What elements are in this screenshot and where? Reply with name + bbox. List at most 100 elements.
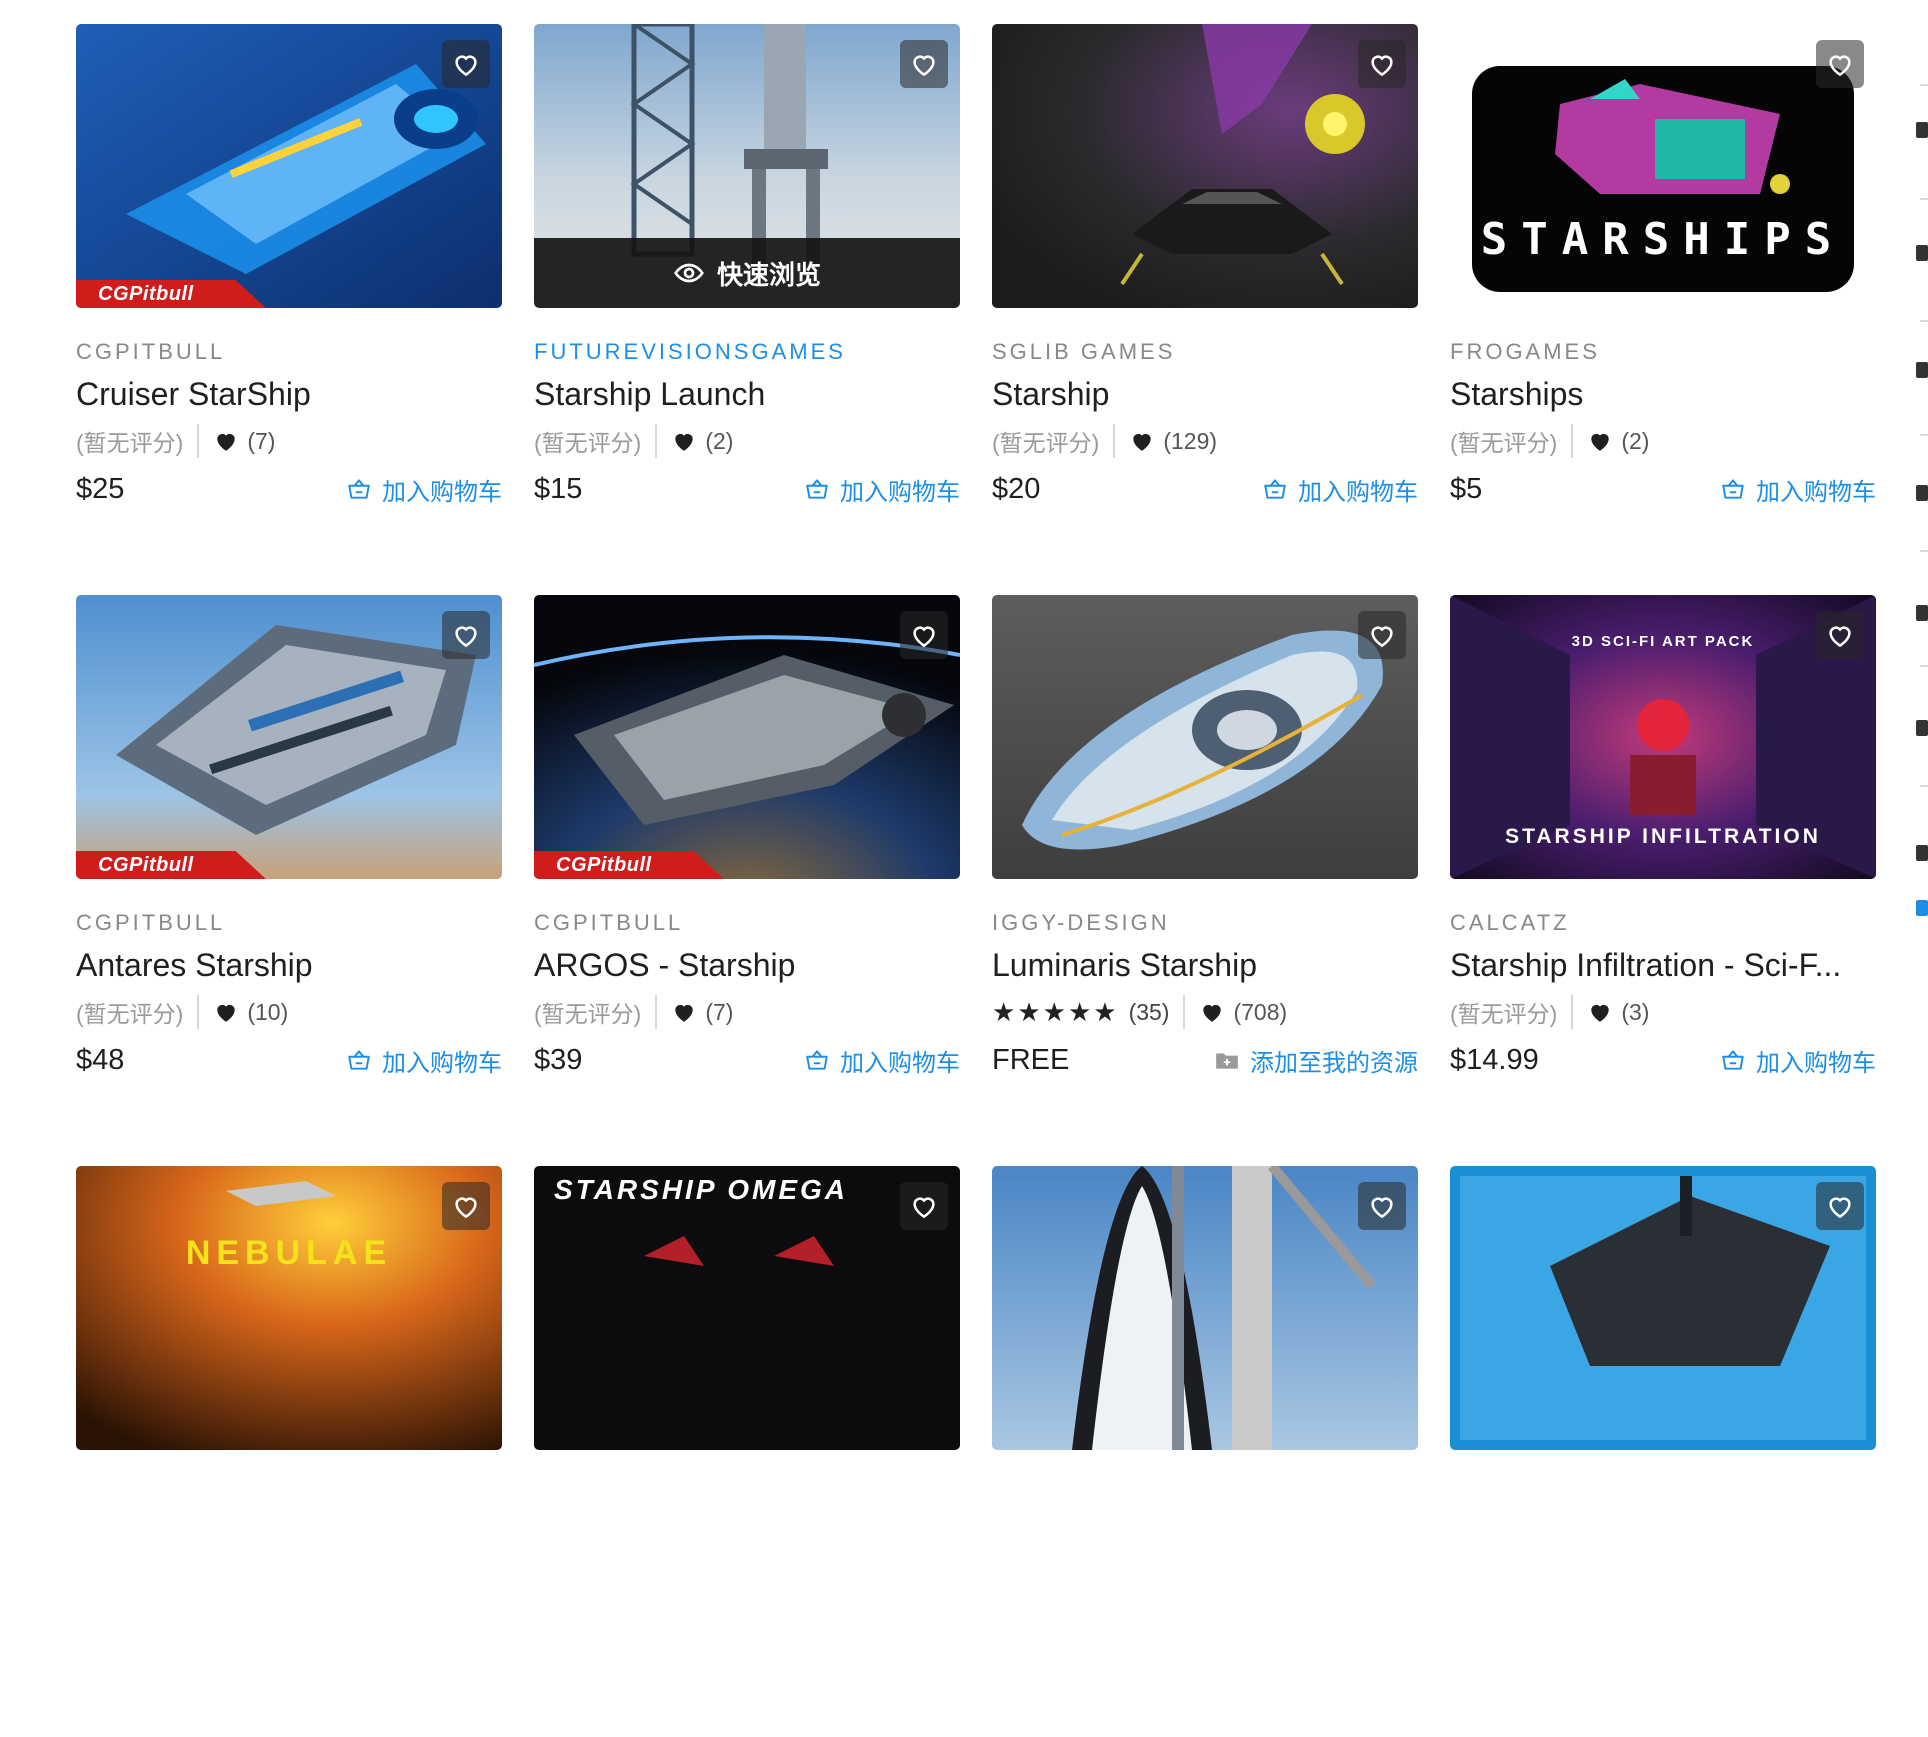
product-thumbnail[interactable]: 3D SCI-FI ART PACK STARSHIP INFILTRATION bbox=[1450, 595, 1876, 879]
publisher-name[interactable]: IGGY-DESIGN bbox=[992, 909, 1418, 937]
favorite-button[interactable] bbox=[1816, 611, 1864, 659]
product-thumbnail[interactable] bbox=[992, 1166, 1418, 1450]
rating-text: (暂无评分) bbox=[534, 430, 642, 456]
quick-view-button[interactable]: 快速浏览 bbox=[534, 238, 960, 308]
thumbnail-image bbox=[76, 24, 502, 308]
product-thumbnail[interactable]: NEBULAE bbox=[76, 1166, 502, 1450]
rating-text: (暂无评分) bbox=[534, 1001, 642, 1027]
product-meta: (暂无评分) (3) bbox=[1450, 993, 1876, 1031]
divider bbox=[655, 995, 658, 1029]
favorite-button[interactable] bbox=[900, 40, 948, 88]
add-to-cart-button[interactable]: 加入购物车 bbox=[1720, 472, 1876, 507]
price-row: $15 加入购物车 bbox=[534, 468, 960, 510]
favorite-button[interactable] bbox=[900, 611, 948, 659]
publisher-name[interactable]: FUTUREVISIONSGAMES bbox=[534, 338, 960, 366]
product-title[interactable]: Starship Launch bbox=[534, 374, 960, 414]
product-thumbnail[interactable]: STARSHIP OMEGA bbox=[534, 1166, 960, 1450]
product-thumbnail[interactable]: 快速浏览 bbox=[534, 24, 960, 308]
publisher-name[interactable]: CGPITBULL bbox=[76, 909, 502, 937]
product-card[interactable]: NEBULAE bbox=[76, 1166, 502, 1737]
price-row: FREE 添加至我的资源 bbox=[992, 1039, 1418, 1081]
heart-icon bbox=[1133, 433, 1151, 451]
product-thumbnail[interactable]: STARSHIPS bbox=[1450, 24, 1876, 308]
product-thumbnail[interactable]: CGPitbull bbox=[76, 595, 502, 879]
thumbnail-image bbox=[992, 1166, 1418, 1450]
add-to-cart-button[interactable]: 加入购物车 bbox=[346, 1043, 502, 1078]
cart-icon bbox=[1722, 1050, 1744, 1070]
product-title[interactable]: Starship Infiltration - Sci-F... bbox=[1450, 945, 1876, 985]
product-thumbnail[interactable]: CGPitbull bbox=[534, 595, 960, 879]
product-card[interactable]: CGPitbull CGPITBULL ARGOS - Starship (暂无… bbox=[534, 595, 960, 1166]
favorite-button[interactable] bbox=[1358, 611, 1406, 659]
clipped-text bbox=[1916, 605, 1928, 621]
divider bbox=[197, 995, 200, 1029]
favorite-button[interactable] bbox=[442, 1182, 490, 1230]
product-title[interactable]: Starships bbox=[1450, 374, 1876, 414]
price: FREE bbox=[992, 1043, 1070, 1076]
favorite-button[interactable] bbox=[442, 611, 490, 659]
product-title[interactable]: Antares Starship bbox=[76, 945, 502, 985]
heart-outline-icon bbox=[1371, 1197, 1393, 1219]
product-card[interactable]: STARSHIP OMEGA bbox=[534, 1166, 960, 1737]
publisher-name[interactable]: CGPITBULL bbox=[534, 909, 960, 937]
product-title[interactable]: Starship bbox=[992, 374, 1418, 414]
publisher-name[interactable]: CGPITBULL bbox=[76, 338, 502, 366]
product-card[interactable]: 3D SCI-FI ART PACK STARSHIP INFILTRATION… bbox=[1450, 595, 1876, 1166]
heart-outline-icon bbox=[1829, 55, 1851, 77]
publisher-name[interactable]: FROGAMES bbox=[1450, 338, 1876, 366]
cart-icon bbox=[806, 1050, 828, 1070]
favorite-button[interactable] bbox=[1358, 40, 1406, 88]
thumbnail-image bbox=[1450, 1166, 1876, 1450]
divider bbox=[1571, 995, 1574, 1029]
favorite-button[interactable] bbox=[900, 1182, 948, 1230]
product-card[interactable] bbox=[1450, 1166, 1876, 1737]
publisher-name[interactable]: CALCATZ bbox=[1450, 909, 1876, 937]
favorite-button[interactable] bbox=[1358, 1182, 1406, 1230]
product-card[interactable]: IGGY-DESIGN Luminaris Starship ★ ★ ★ ★ ★… bbox=[992, 595, 1418, 1166]
product-card[interactable]: CGPitbull CGPITBULL Cruiser StarShip (暂无… bbox=[76, 24, 502, 595]
heart-outline-icon bbox=[1371, 626, 1393, 648]
product-thumbnail[interactable]: CGPitbull bbox=[76, 24, 502, 308]
favorite-button[interactable] bbox=[1816, 40, 1864, 88]
product-card[interactable]: CGPitbull CGPITBULL Antares Starship (暂无… bbox=[76, 595, 502, 1166]
cart-icon bbox=[348, 479, 370, 499]
add-to-cart-button[interactable]: 加入购物车 bbox=[804, 1043, 960, 1078]
thumbnail-caption-top: 3D SCI-FI ART PACK bbox=[1571, 633, 1755, 650]
divider bbox=[1920, 550, 1928, 552]
eye-icon bbox=[674, 263, 704, 283]
price: $15 bbox=[534, 472, 583, 505]
clipped-link bbox=[1916, 900, 1928, 916]
product-title[interactable]: Cruiser StarShip bbox=[76, 374, 502, 414]
cart-icon bbox=[1722, 479, 1744, 499]
add-to-cart-button[interactable]: 加入购物车 bbox=[346, 472, 502, 507]
folder-icon bbox=[1216, 1053, 1238, 1069]
publisher-name[interactable]: SGLIB GAMES bbox=[992, 338, 1418, 366]
product-card[interactable]: 快速浏览 FUTUREVISIONSGAMES Starship Launch … bbox=[534, 24, 960, 595]
add-to-cart-button[interactable]: 加入购物车 bbox=[1720, 1043, 1876, 1078]
add-to-cart-button[interactable]: 加入购物车 bbox=[1262, 472, 1418, 507]
product-thumbnail[interactable] bbox=[992, 24, 1418, 308]
rating-text: (暂无评分) bbox=[1450, 1001, 1558, 1027]
product-card[interactable]: SGLIB GAMES Starship (暂无评分) (129) $20 加入… bbox=[992, 24, 1418, 595]
product-card[interactable]: STARSHIPS FROGAMES Starships (暂无评分) (2) … bbox=[1450, 24, 1876, 595]
thumbnail-image bbox=[1472, 66, 1854, 292]
heart-outline-icon bbox=[913, 1197, 935, 1219]
product-thumbnail[interactable] bbox=[1450, 1166, 1876, 1450]
like-count: (2) bbox=[705, 427, 734, 454]
divider bbox=[1920, 84, 1928, 86]
product-meta: (暂无评分) (7) bbox=[534, 993, 960, 1031]
add-to-my-assets-button[interactable]: 添加至我的资源 bbox=[1214, 1043, 1418, 1078]
price-row: $39 加入购物车 bbox=[534, 1039, 960, 1081]
thumbnail-caption: STARSHIPS bbox=[1480, 214, 1846, 265]
add-to-cart-button[interactable]: 加入购物车 bbox=[804, 472, 960, 507]
product-card[interactable] bbox=[992, 1166, 1418, 1737]
heart-icon bbox=[1203, 1004, 1222, 1022]
star-icon: ★ bbox=[1093, 996, 1117, 1027]
favorite-button[interactable] bbox=[442, 40, 490, 88]
product-title[interactable]: ARGOS - Starship bbox=[534, 945, 960, 985]
like-count: (2) bbox=[1621, 427, 1650, 454]
product-thumbnail[interactable] bbox=[992, 595, 1418, 879]
product-title[interactable]: Luminaris Starship bbox=[992, 945, 1418, 985]
heart-outline-icon bbox=[1829, 1197, 1851, 1219]
favorite-button[interactable] bbox=[1816, 1182, 1864, 1230]
